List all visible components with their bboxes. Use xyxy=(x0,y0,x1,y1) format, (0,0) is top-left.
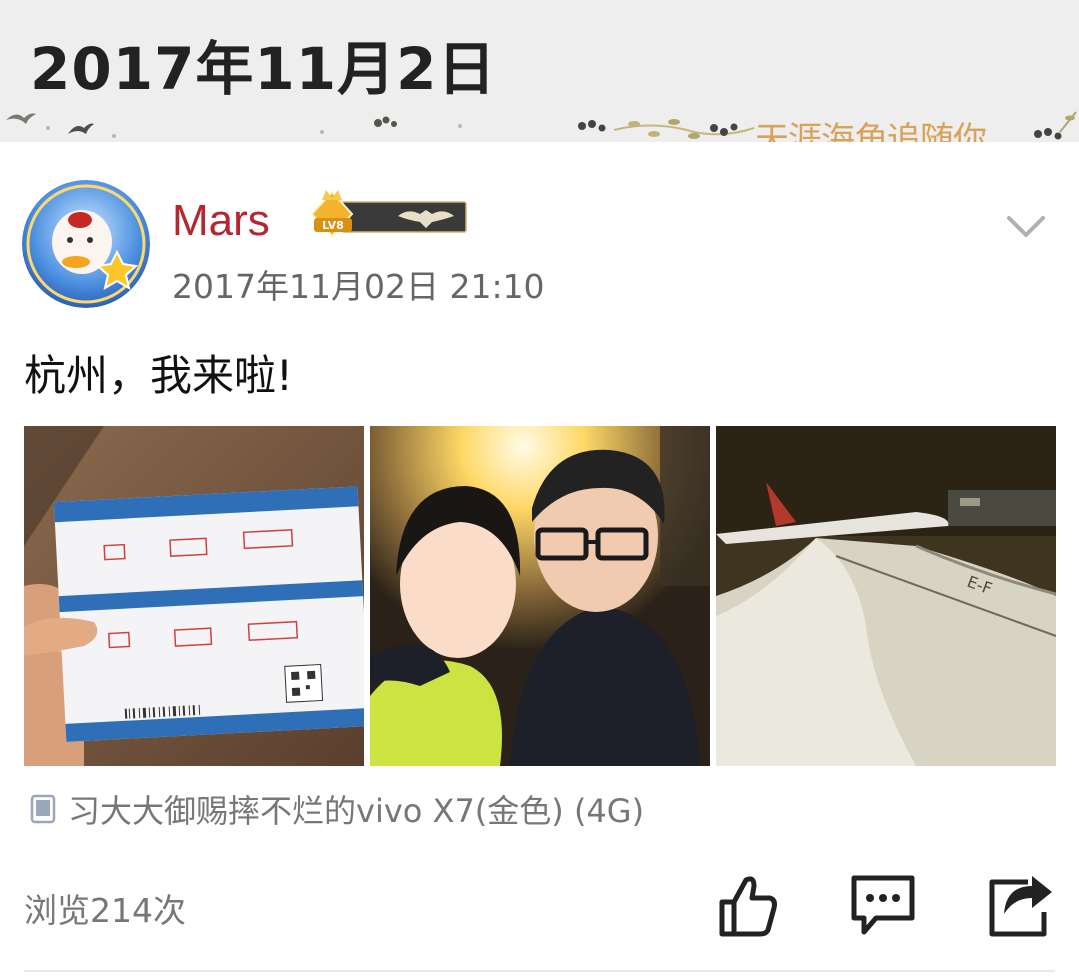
post-card: Mars LV8 2017年11月02日 21:10 杭州，我来啦! E-F 习… xyxy=(0,142,1079,977)
avatar[interactable] xyxy=(22,180,150,308)
floral-branch-icon xyxy=(1034,111,1077,140)
airplane-wing-photo[interactable]: E-F xyxy=(716,426,1056,766)
couple-selfie-photo[interactable] xyxy=(370,426,710,766)
dot-decoration xyxy=(320,130,324,134)
divider xyxy=(24,970,1055,972)
boarding-pass-photo[interactable] xyxy=(24,426,364,766)
device-text: 习大大御赐摔不烂的vivo X7(金色) (4G) xyxy=(68,792,645,830)
view-count: 浏览214次 xyxy=(24,891,186,930)
bird-decoration-icon xyxy=(68,123,94,134)
like-icon[interactable] xyxy=(714,872,780,938)
dot-decoration xyxy=(458,124,462,128)
date-header: 2017年11月2日 天涯海角追随你 xyxy=(0,0,1079,160)
floral-branch-icon xyxy=(578,119,755,139)
post-timestamp: 2017年11月02日 21:10 xyxy=(172,267,545,306)
share-icon[interactable] xyxy=(988,872,1054,938)
dot-decoration xyxy=(112,134,116,138)
bird-decoration-icon xyxy=(6,113,36,124)
username[interactable]: Mars xyxy=(172,196,270,246)
dot-decoration xyxy=(46,126,50,130)
chevron-down-icon[interactable] xyxy=(1006,214,1046,240)
comment-icon[interactable] xyxy=(850,872,916,938)
leaf-decoration-icon xyxy=(374,116,397,127)
level-badge-icon: LV8 xyxy=(310,190,467,238)
post-text: 杭州，我来啦! xyxy=(24,351,293,400)
phone-icon xyxy=(30,794,56,824)
date-title: 2017年11月2日 xyxy=(30,35,497,103)
level-badge-label: LV8 xyxy=(322,219,344,232)
device-info: 习大大御赐摔不烂的vivo X7(金色) (4G) xyxy=(30,786,644,832)
